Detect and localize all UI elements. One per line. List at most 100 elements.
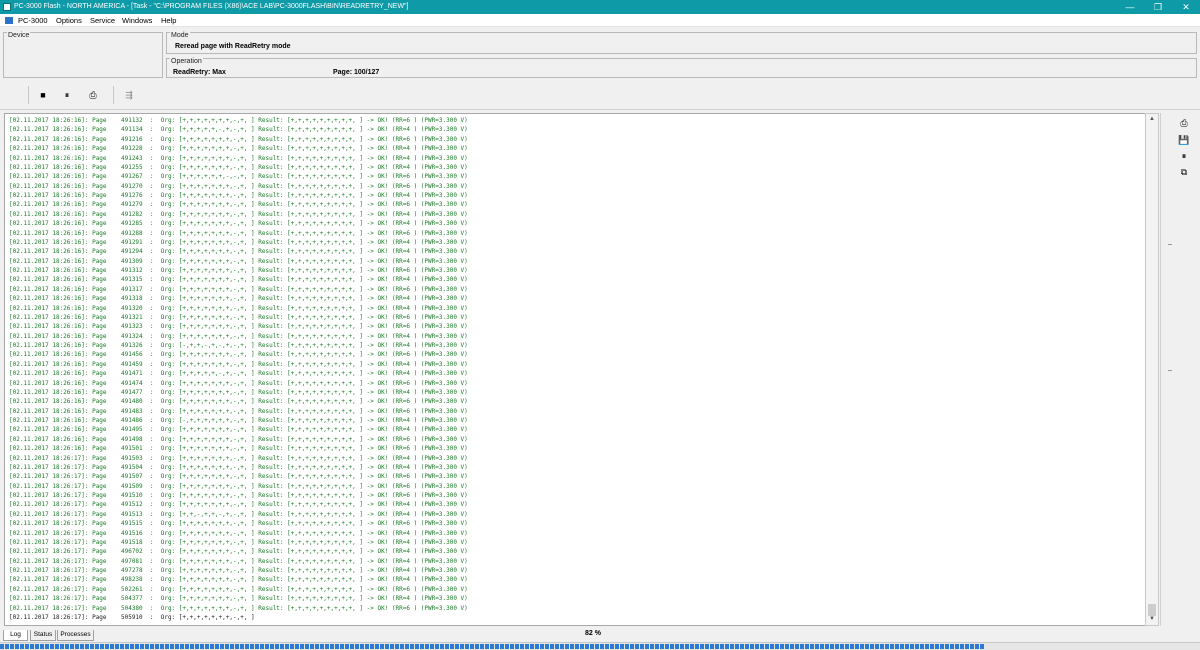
pause-log-icon[interactable]: ⏸ bbox=[1176, 149, 1192, 163]
log-line: [02.11.2017 18:26:16]: Page 491498 : Org… bbox=[9, 435, 468, 443]
log-line: [02.11.2017 18:26:16]: Page 491456 : Org… bbox=[9, 351, 468, 359]
log-line: [02.11.2017 18:26:16]: Page 491243 : Org… bbox=[9, 154, 468, 162]
log-line: [02.11.2017 18:26:16]: Page 491471 : Org… bbox=[9, 370, 468, 378]
menu-service[interactable]: Service bbox=[90, 15, 115, 26]
log-line: [02.11.2017 18:26:16]: Page 491477 : Org… bbox=[9, 388, 468, 396]
mode-value: Reread page with ReadRetry mode bbox=[175, 43, 291, 50]
log-line: [02.11.2017 18:26:16]: Page 491483 : Org… bbox=[9, 407, 468, 415]
run-icon[interactable]: ⇶ bbox=[121, 87, 137, 103]
copy-icon[interactable]: ⧉ bbox=[1176, 165, 1192, 179]
log-line: [02.11.2017 18:26:16]: Page 491132 : Org… bbox=[9, 117, 468, 124]
menu-help[interactable]: Help bbox=[161, 15, 176, 26]
device-label: Device bbox=[7, 32, 31, 40]
log-line: [02.11.2017 18:26:16]: Page 491285 : Org… bbox=[9, 220, 468, 228]
log-line: [02.11.2017 18:26:16]: Page 491288 : Org… bbox=[9, 229, 468, 237]
log-line: [02.11.2017 18:26:16]: Page 491495 : Org… bbox=[9, 426, 468, 434]
mode-panel: Mode Reread page with ReadRetry mode bbox=[166, 32, 1197, 54]
log-line: [02.11.2017 18:26:16]: Page 491255 : Org… bbox=[9, 163, 468, 171]
log-line: [02.11.2017 18:26:17]: Page 491518 : Org… bbox=[9, 538, 468, 546]
log-line: [02.11.2017 18:26:16]: Page 491294 : Org… bbox=[9, 248, 468, 256]
log-line: [02.11.2017 18:26:16]: Page 491276 : Org… bbox=[9, 192, 468, 199]
close-button[interactable]: ✕ bbox=[1172, 0, 1200, 14]
maximize-button[interactable]: ❐ bbox=[1144, 0, 1172, 14]
log-line: [02.11.2017 18:26:16]: Page 491324 : Org… bbox=[9, 332, 468, 340]
log-line: [02.11.2017 18:26:17]: Page 491504 : Org… bbox=[9, 463, 468, 471]
log-line: [02.11.2017 18:26:17]: Page 491515 : Org… bbox=[9, 520, 468, 528]
log-line: [02.11.2017 18:26:17]: Page 498238 : Org… bbox=[9, 576, 468, 584]
log-line: [02.11.2017 18:26:16]: Page 491282 : Org… bbox=[9, 210, 468, 218]
log-line: [02.11.2017 18:26:16]: Page 491291 : Org… bbox=[9, 238, 468, 246]
menu-windows[interactable]: Windows bbox=[122, 15, 152, 26]
toolbar-separator bbox=[28, 86, 29, 104]
app-icon bbox=[3, 3, 11, 11]
system-menu-icon[interactable] bbox=[5, 17, 13, 24]
mode-label: Mode bbox=[170, 32, 190, 40]
splitter-tick bbox=[1168, 244, 1172, 245]
log-line: [02.11.2017 18:26:16]: Page 491228 : Org… bbox=[9, 145, 468, 153]
log-line: [02.11.2017 18:26:16]: Page 491267 : Org… bbox=[9, 173, 468, 181]
pause-icon[interactable]: ⏸ bbox=[59, 87, 75, 103]
log-line: [02.11.2017 18:26:17]: Page 491513 : Org… bbox=[9, 510, 468, 518]
export-log-icon[interactable]: ⎙ bbox=[1176, 116, 1192, 130]
tab-processes[interactable]: Processes bbox=[57, 630, 94, 641]
log-line: [02.11.2017 18:26:17]: Page 491507 : Org… bbox=[9, 473, 468, 481]
side-toolbar: ⎙ 💾 ⏸ ⧉ bbox=[1160, 113, 1200, 626]
log-line: [02.11.2017 18:26:17]: Page 497081 : Org… bbox=[9, 557, 468, 565]
progress-percent: 82 % bbox=[585, 630, 601, 637]
log-line: [02.11.2017 18:26:17]: Page 491516 : Org… bbox=[9, 529, 468, 537]
operation-label: Operation bbox=[170, 58, 203, 66]
log-line: [02.11.2017 18:26:16]: Page 491279 : Org… bbox=[9, 201, 468, 209]
splitter-tick bbox=[1168, 370, 1172, 371]
status-bar: Log Status Processes 82 % bbox=[0, 629, 1200, 641]
tab-status[interactable]: Status bbox=[30, 630, 56, 641]
device-panel: Device bbox=[3, 32, 163, 78]
log-line: [02.11.2017 18:26:16]: Page 491459 : Org… bbox=[9, 360, 468, 368]
stop-icon[interactable]: ■ bbox=[35, 87, 51, 103]
log-line: [02.11.2017 18:26:17]: Page 491510 : Org… bbox=[9, 492, 468, 499]
menu-pc3000[interactable]: PC-3000 bbox=[18, 15, 48, 26]
log-line: [02.11.2017 18:26:16]: Page 491315 : Org… bbox=[9, 276, 468, 284]
window-title: PC-3000 Flash - NORTH AMERICA - [Task - … bbox=[14, 3, 409, 10]
export-icon[interactable]: ⎙ bbox=[85, 87, 101, 103]
log-line: [02.11.2017 18:26:16]: Page 491486 : Org… bbox=[9, 417, 468, 424]
log-line: [02.11.2017 18:26:17]: Page 497278 : Org… bbox=[9, 567, 468, 574]
log-lines: [02.11.2017 18:26:16]: Page 491132 : Org… bbox=[9, 116, 468, 622]
toolbar: ■ ⏸ ⎙ ⇶ bbox=[0, 82, 1200, 110]
title-bar: PC-3000 Flash - NORTH AMERICA - [Task - … bbox=[0, 0, 1200, 14]
log-view[interactable]: [02.11.2017 18:26:16]: Page 491132 : Org… bbox=[4, 113, 1159, 626]
scroll-up-icon[interactable]: ▲ bbox=[1146, 114, 1158, 124]
log-line: [02.11.2017 18:26:16]: Page 491321 : Org… bbox=[9, 313, 468, 321]
log-line: [02.11.2017 18:26:16]: Page 491474 : Org… bbox=[9, 379, 468, 387]
operation-value: ReadRetry: Max bbox=[173, 69, 226, 76]
log-line: [02.11.2017 18:26:16]: Page 491312 : Org… bbox=[9, 267, 468, 274]
tab-log[interactable]: Log bbox=[3, 630, 28, 641]
log-line: [02.11.2017 18:26:16]: Page 491326 : Org… bbox=[9, 342, 468, 349]
progress-fill bbox=[0, 644, 984, 649]
log-line: [02.11.2017 18:26:16]: Page 491216 : Org… bbox=[9, 135, 468, 143]
log-line: [02.11.2017 18:26:16]: Page 491317 : Org… bbox=[9, 285, 468, 293]
menu-bar: PC-3000 Options Service Windows Help bbox=[0, 14, 1200, 27]
scroll-down-icon[interactable]: ▼ bbox=[1146, 614, 1158, 624]
log-line: [02.11.2017 18:26:17]: Page 491509 : Org… bbox=[9, 482, 468, 490]
log-line: [02.11.2017 18:26:16]: Page 491318 : Org… bbox=[9, 295, 468, 303]
log-scrollbar[interactable]: ▲ ▼ bbox=[1145, 113, 1159, 626]
log-line: [02.11.2017 18:26:17]: Page 502261 : Org… bbox=[9, 585, 468, 593]
log-line-pending: [02.11.2017 18:26:17]: Page 505910 : Org… bbox=[9, 613, 255, 621]
log-line: [02.11.2017 18:26:16]: Page 491320 : Org… bbox=[9, 304, 468, 312]
log-line: [02.11.2017 18:26:17]: Page 491512 : Org… bbox=[9, 501, 468, 509]
side-toolbar-divider bbox=[1160, 113, 1161, 626]
operation-panel: Operation ReadRetry: Max Page: 100/127 bbox=[166, 58, 1197, 78]
toolbar-separator bbox=[113, 86, 114, 104]
save-icon[interactable]: 💾 bbox=[1176, 133, 1192, 147]
log-line: [02.11.2017 18:26:17]: Page 496702 : Org… bbox=[9, 548, 468, 556]
menu-options[interactable]: Options bbox=[56, 15, 82, 26]
minimize-button[interactable]: — bbox=[1116, 0, 1144, 14]
log-line: [02.11.2017 18:26:17]: Page 504377 : Org… bbox=[9, 595, 468, 603]
progress-bar bbox=[0, 642, 1200, 650]
log-line: [02.11.2017 18:26:16]: Page 491134 : Org… bbox=[9, 126, 468, 134]
log-line: [02.11.2017 18:26:17]: Page 504380 : Org… bbox=[9, 604, 468, 612]
log-line: [02.11.2017 18:26:17]: Page 491503 : Org… bbox=[9, 454, 468, 462]
log-line: [02.11.2017 18:26:16]: Page 491309 : Org… bbox=[9, 257, 468, 265]
log-line: [02.11.2017 18:26:16]: Page 491501 : Org… bbox=[9, 445, 468, 453]
log-line: [02.11.2017 18:26:16]: Page 491270 : Org… bbox=[9, 182, 468, 190]
